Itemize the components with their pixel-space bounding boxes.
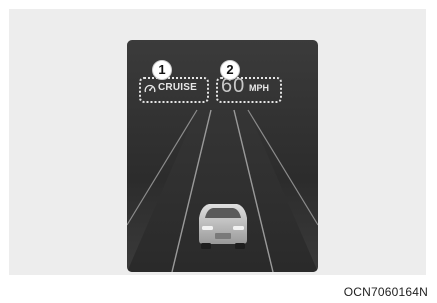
callout-number-1: 1: [152, 60, 172, 80]
figure-code: OCN7060164N: [343, 285, 428, 299]
car-icon: [199, 204, 247, 249]
head-up-display: CRUISE 60 MPH 1 2: [127, 40, 318, 272]
speed-unit-label: MPH: [249, 83, 269, 93]
callout-number-2: 2: [220, 60, 240, 80]
illustration-page: CRUISE 60 MPH 1 2 OCN7060164N: [0, 0, 437, 303]
cruise-label: CRUISE: [158, 82, 197, 93]
speedometer-icon: [144, 84, 156, 93]
road-surface: [127, 110, 318, 272]
